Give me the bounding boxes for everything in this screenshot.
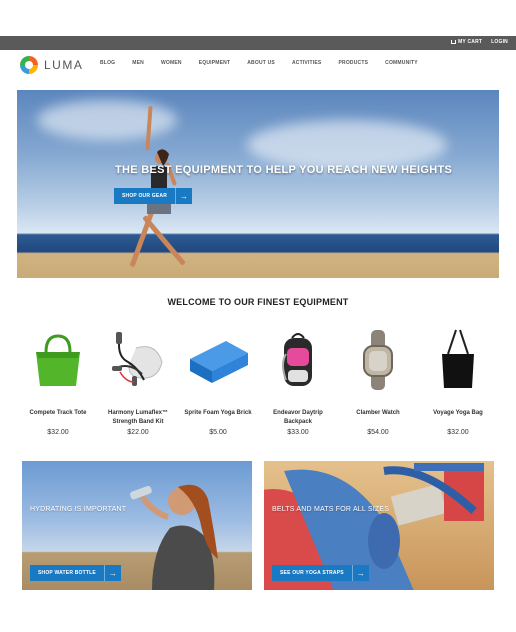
my-cart-link[interactable]: MY CART — [451, 39, 482, 45]
product-price: $33.00 — [287, 429, 309, 436]
nav-women[interactable]: WOMEN — [161, 60, 182, 66]
top-links: MY CART LOGIN — [451, 39, 508, 45]
shop-water-bottle-button[interactable]: SHOP WATER BOTTLE → — [30, 565, 121, 581]
arrow-right-icon: → — [103, 565, 121, 581]
product-card[interactable]: Harmony Lumaflex™ Strength Band Kit $22.… — [98, 325, 178, 436]
hydration-promo[interactable]: HYDRATING IS IMPORTANT SHOP WATER BOTTLE… — [22, 461, 252, 590]
product-name[interactable]: Harmony Lumaflex™ Strength Band Kit — [100, 409, 176, 429]
belts-mats-promo[interactable]: BELTS AND MATS FOR ALL SIZES SEE OUR YOG… — [264, 461, 494, 590]
site-header: LUMA BLOG MEN WOMEN EQUIPMENT ABOUT US A… — [0, 52, 516, 80]
product-price: $32.00 — [447, 429, 469, 436]
section-title: WELCOME TO OUR FINEST EQUIPMENT — [167, 297, 349, 307]
luma-logo-icon — [20, 56, 38, 74]
cart-icon — [451, 40, 457, 44]
logo-text: LUMA — [44, 58, 84, 72]
product-card[interactable]: Sprite Foam Yoga Brick $5.00 — [178, 325, 258, 436]
nav-activities[interactable]: ACTIVITIES — [292, 60, 322, 66]
main-nav: BLOG MEN WOMEN EQUIPMENT ABOUT US ACTIVI… — [100, 60, 418, 66]
product-name[interactable]: Clamber Watch — [340, 409, 416, 429]
nav-equipment[interactable]: EQUIPMENT — [199, 60, 231, 66]
arrow-right-icon: → — [175, 188, 193, 204]
green-tote-bag-icon[interactable] — [26, 325, 90, 395]
watch-icon[interactable] — [346, 325, 410, 395]
shop-our-gear-label: SHOP OUR GEAR — [122, 193, 168, 199]
product-price: $32.00 — [47, 429, 69, 436]
resistance-band-icon[interactable] — [106, 325, 170, 395]
product-name[interactable]: Endeavor Daytrip Backpack — [260, 409, 336, 429]
product-card[interactable]: Voyage Yoga Bag $32.00 — [418, 325, 498, 436]
blue-yoga-brick-icon[interactable] — [186, 325, 250, 395]
product-price: $5.00 — [209, 429, 227, 436]
belts-mats-promo-text: BELTS AND MATS FOR ALL SIZES — [272, 506, 390, 513]
shop-our-gear-button[interactable]: SHOP OUR GEAR → — [114, 188, 193, 204]
hydration-promo-text: HYDRATING IS IMPORTANT — [30, 506, 127, 513]
hero-banner: THE BEST EQUIPMENT TO HELP YOU REACH NEW… — [17, 90, 499, 278]
product-grid: Compete Track Tote $32.00 Harmony Lumafl… — [18, 325, 498, 436]
product-name[interactable]: Voyage Yoga Bag — [420, 409, 496, 429]
nav-products[interactable]: PRODUCTS — [338, 60, 368, 66]
product-name[interactable]: Compete Track Tote — [20, 409, 96, 429]
product-price: $54.00 — [367, 429, 389, 436]
product-card[interactable]: Compete Track Tote $32.00 — [18, 325, 98, 436]
product-price: $22.00 — [127, 429, 149, 436]
nav-blog[interactable]: BLOG — [100, 60, 115, 66]
hero-title: THE BEST EQUIPMENT TO HELP YOU REACH NEW… — [115, 164, 453, 176]
nav-community[interactable]: COMMUNITY — [385, 60, 418, 66]
nav-about-us[interactable]: ABOUT US — [247, 60, 275, 66]
luma-logo[interactable]: LUMA — [20, 56, 83, 74]
see-yoga-straps-button[interactable]: SEE OUR YOGA STRAPS → — [272, 565, 369, 581]
backpack-icon[interactable] — [266, 325, 330, 395]
shop-water-bottle-label: SHOP WATER BOTTLE — [38, 570, 96, 576]
cloud-shape — [247, 120, 447, 170]
login-link[interactable]: LOGIN — [491, 39, 508, 45]
my-cart-label: MY CART — [458, 39, 483, 45]
arrow-right-icon: → — [351, 565, 369, 581]
product-name[interactable]: Sprite Foam Yoga Brick — [180, 409, 256, 429]
product-card[interactable]: Endeavor Daytrip Backpack $33.00 — [258, 325, 338, 436]
top-bar: MY CART LOGIN — [0, 36, 516, 50]
black-yoga-bag-icon[interactable] — [426, 325, 490, 395]
see-yoga-straps-label: SEE OUR YOGA STRAPS — [280, 570, 344, 576]
product-card[interactable]: Clamber Watch $54.00 — [338, 325, 418, 436]
nav-men[interactable]: MEN — [132, 60, 144, 66]
